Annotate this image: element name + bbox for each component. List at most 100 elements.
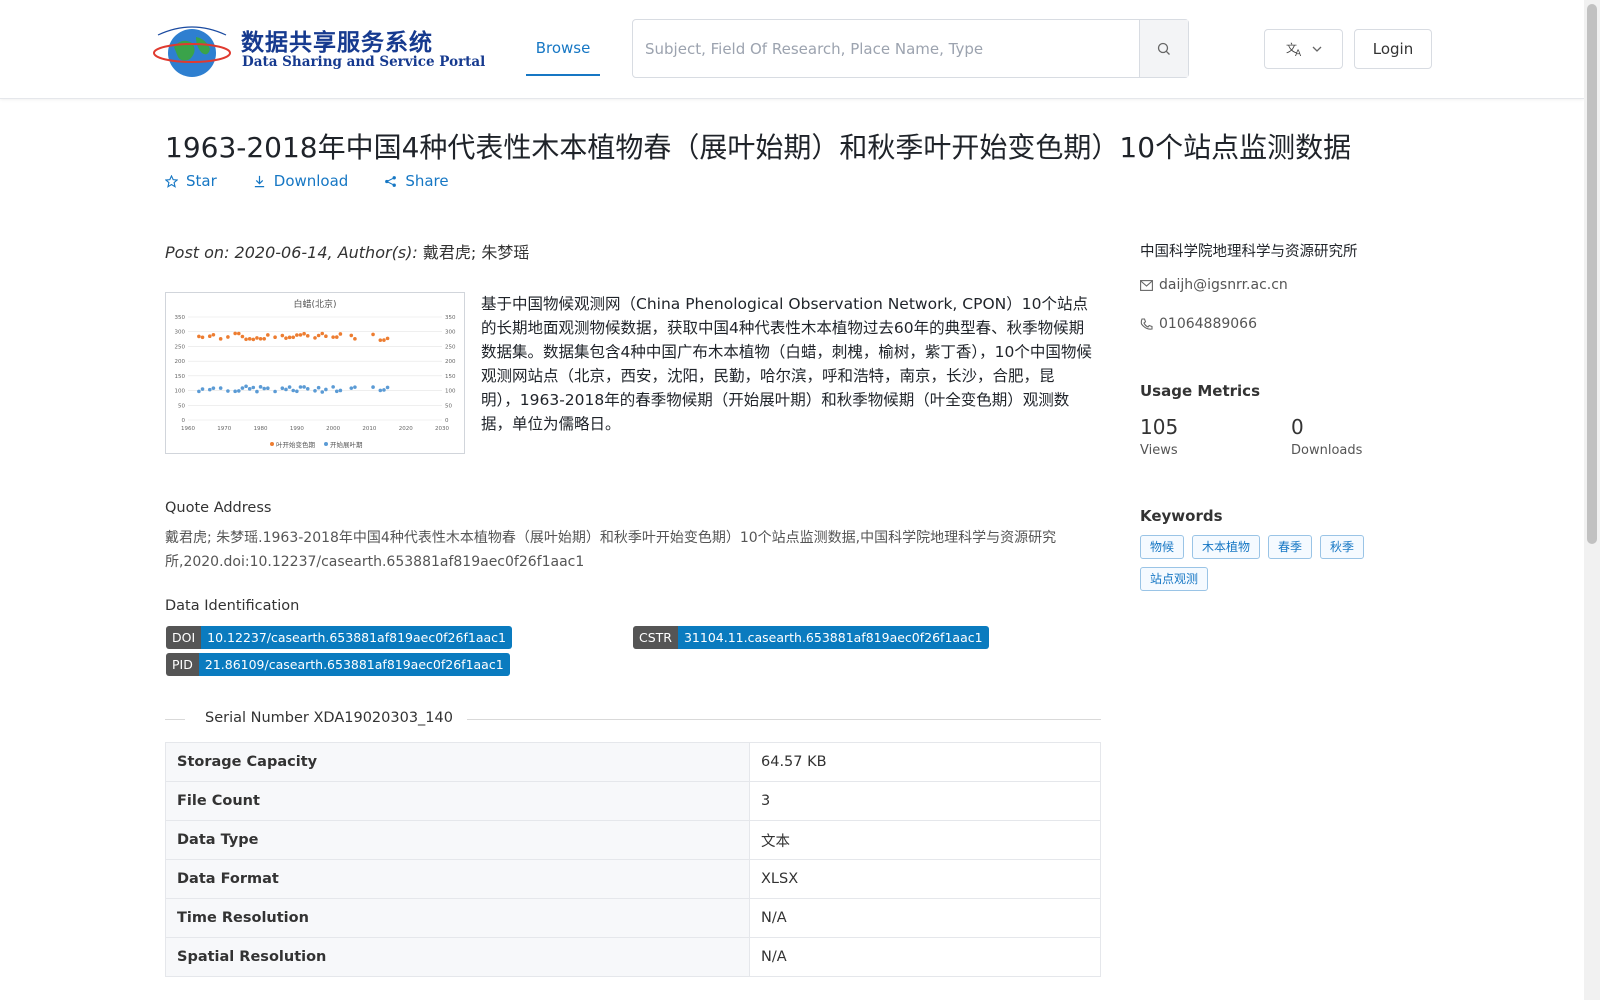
autumn-point — [200, 335, 205, 340]
table-row: Storage Capacity 64.57 KB — [165, 742, 1101, 782]
download-label: Download — [273, 172, 349, 190]
spring-point — [226, 389, 230, 393]
autumn-point — [353, 337, 357, 341]
download-icon — [254, 175, 264, 187]
property-name: Data Format — [165, 859, 750, 899]
thumbnail-x-tick-label: 1990 — [290, 426, 304, 432]
keyword-tag[interactable]: 木本植物 — [1192, 535, 1261, 559]
spring-point — [197, 389, 201, 394]
thumbnail-y-tick-label: 250 — [175, 344, 186, 350]
dataset-thumbnail[interactable]: 白蜡(北京) 0 0 50 50 100 100 150 150 200 200 250 250 300… — [165, 292, 465, 454]
spring-point — [331, 385, 335, 389]
property-name: Spatial Resolution — [165, 937, 750, 977]
thumbnail-x-tick-label: 1980 — [254, 426, 268, 432]
spring-point — [305, 386, 310, 391]
autumn-point — [371, 332, 375, 337]
language-switcher[interactable]: 文A — [1264, 29, 1343, 69]
page-scrollbar[interactable] — [1584, 0, 1600, 1000]
property-value: XLSX — [749, 859, 1101, 899]
autumn-point — [218, 337, 223, 341]
autumn-point — [237, 331, 241, 336]
property-value: N/A — [749, 937, 1101, 977]
spring-point — [247, 387, 252, 391]
thumbnail-y-tick-label-right: 150 — [445, 374, 456, 380]
post-meta: Post on: 2020-06-14, Author(s): 戴君虎; 朱梦瑶 — [165, 239, 529, 263]
dataset-actions: Star Download Share — [165, 172, 485, 190]
mail-icon — [1140, 279, 1153, 291]
chevron-down-icon — [1312, 46, 1321, 52]
thumbnail-legend: 叶开始变色期 开始展叶期 — [270, 440, 363, 449]
phone-icon — [1140, 317, 1153, 330]
cstr-badge[interactable]: CSTR 31104.11.casearth.653881af819aec0f2… — [633, 626, 989, 649]
thumbnail-y-tick-label-right: 350 — [445, 315, 456, 321]
autumn-point — [385, 336, 390, 341]
serial-number: Serial Number XDA19020303_140 — [205, 710, 453, 726]
thumbnail-y-tick-label-right: 300 — [445, 330, 456, 336]
spring-point — [291, 388, 296, 393]
spring-point — [284, 387, 288, 392]
autumn-point — [295, 333, 299, 337]
table-row: File Count 3 — [165, 781, 1101, 821]
search-icon — [1157, 42, 1170, 55]
autumn-point — [255, 336, 259, 340]
autumn-point — [197, 334, 201, 339]
thumbnail-y-tick-label-right: 0 — [445, 418, 449, 424]
thumbnail-x-tick-label: 2030 — [435, 426, 449, 432]
downloads-count: 0 — [1291, 415, 1304, 439]
autumn-point — [305, 334, 310, 338]
logo-title-en: Data Sharing and Service Portal — [242, 54, 486, 70]
autumn-point — [244, 337, 248, 342]
autumn-point — [233, 331, 237, 336]
autumn-point — [378, 338, 383, 342]
spring-point — [302, 385, 306, 389]
table-row: Data Type 文本 — [165, 820, 1101, 860]
contact-email[interactable]: daijh@igsnrr.ac.cn — [1140, 277, 1288, 293]
doi-value: 10.12237/casearth.653881af819aec0f26f1aa… — [201, 626, 512, 649]
spring-point — [244, 384, 248, 389]
doi-badge[interactable]: DOI 10.12237/casearth.653881af819aec0f26… — [166, 626, 512, 649]
organization-name: 中国科学院地理科学与资源研究所 — [1140, 244, 1358, 260]
spring-point — [382, 388, 386, 392]
property-name: Time Resolution — [165, 898, 750, 938]
scrollbar-thumb[interactable] — [1587, 4, 1597, 544]
autumn-point — [382, 338, 386, 342]
search-input[interactable] — [633, 20, 1140, 77]
spring-point — [273, 389, 277, 394]
star-button[interactable]: Star — [165, 172, 217, 190]
search-button[interactable] — [1139, 20, 1188, 77]
svg-text:A: A — [1295, 49, 1302, 57]
property-value: N/A — [749, 898, 1101, 938]
dataset-properties-table: Storage Capacity 64.57 KB File Count 3 D… — [165, 742, 1101, 977]
thumbnail-x-tick-label: 1960 — [181, 426, 195, 432]
views-metric: 105 Views — [1140, 415, 1178, 458]
keyword-tag[interactable]: 秋季 — [1320, 535, 1365, 559]
keyword-tag[interactable]: 站点观测 — [1140, 567, 1209, 591]
table-row: Data Format XLSX — [165, 859, 1101, 899]
autumn-point — [320, 331, 325, 336]
quote-address-text: 戴君虎; 朱梦瑶.1963-2018年中国4种代表性木本植物春（展叶始期）和秋季… — [165, 530, 1057, 570]
keyword-tag[interactable]: 春季 — [1268, 535, 1313, 559]
thumbnail-x-tick-label: 1970 — [217, 426, 231, 432]
cstr-key: CSTR — [633, 626, 678, 649]
pid-badge[interactable]: PID 21.86109/casearth.653881af819aec0f26… — [166, 653, 510, 676]
spring-point — [233, 389, 237, 394]
thumbnail-y-tick-label: 200 — [175, 359, 186, 365]
download-button[interactable]: Download — [253, 172, 349, 190]
thumbnail-y-tick-label: 350 — [175, 315, 186, 321]
property-name: Data Type — [165, 820, 750, 860]
spring-point — [353, 385, 357, 389]
authors: 戴君虎; 朱梦瑶 — [422, 243, 530, 262]
divider-line-right — [467, 719, 1101, 720]
spring-point — [298, 385, 303, 389]
login-button[interactable]: Login — [1354, 29, 1432, 69]
portal-logo[interactable]: 数据共享服务系统 Data Sharing and Service Portal — [152, 19, 485, 81]
property-name: Storage Capacity — [165, 742, 750, 782]
spring-point — [324, 387, 328, 392]
share-button[interactable]: Share — [384, 172, 449, 190]
dataset-title: 1963-2018年中国4种代表性木本植物春（展叶始期）和秋季叶开始变色期）10… — [165, 131, 1352, 164]
nav-browse-tab[interactable]: Browse — [526, 20, 600, 76]
views-label: Views — [1140, 443, 1178, 458]
keyword-tag[interactable]: 物候 — [1140, 535, 1185, 559]
pid-value: 21.86109/casearth.653881af819aec0f26f1aa… — [198, 653, 510, 676]
phenology-thumbnail-chart: 白蜡(北京) 0 0 50 50 100 100 150 150 200 200 250 250 300… — [175, 298, 456, 449]
